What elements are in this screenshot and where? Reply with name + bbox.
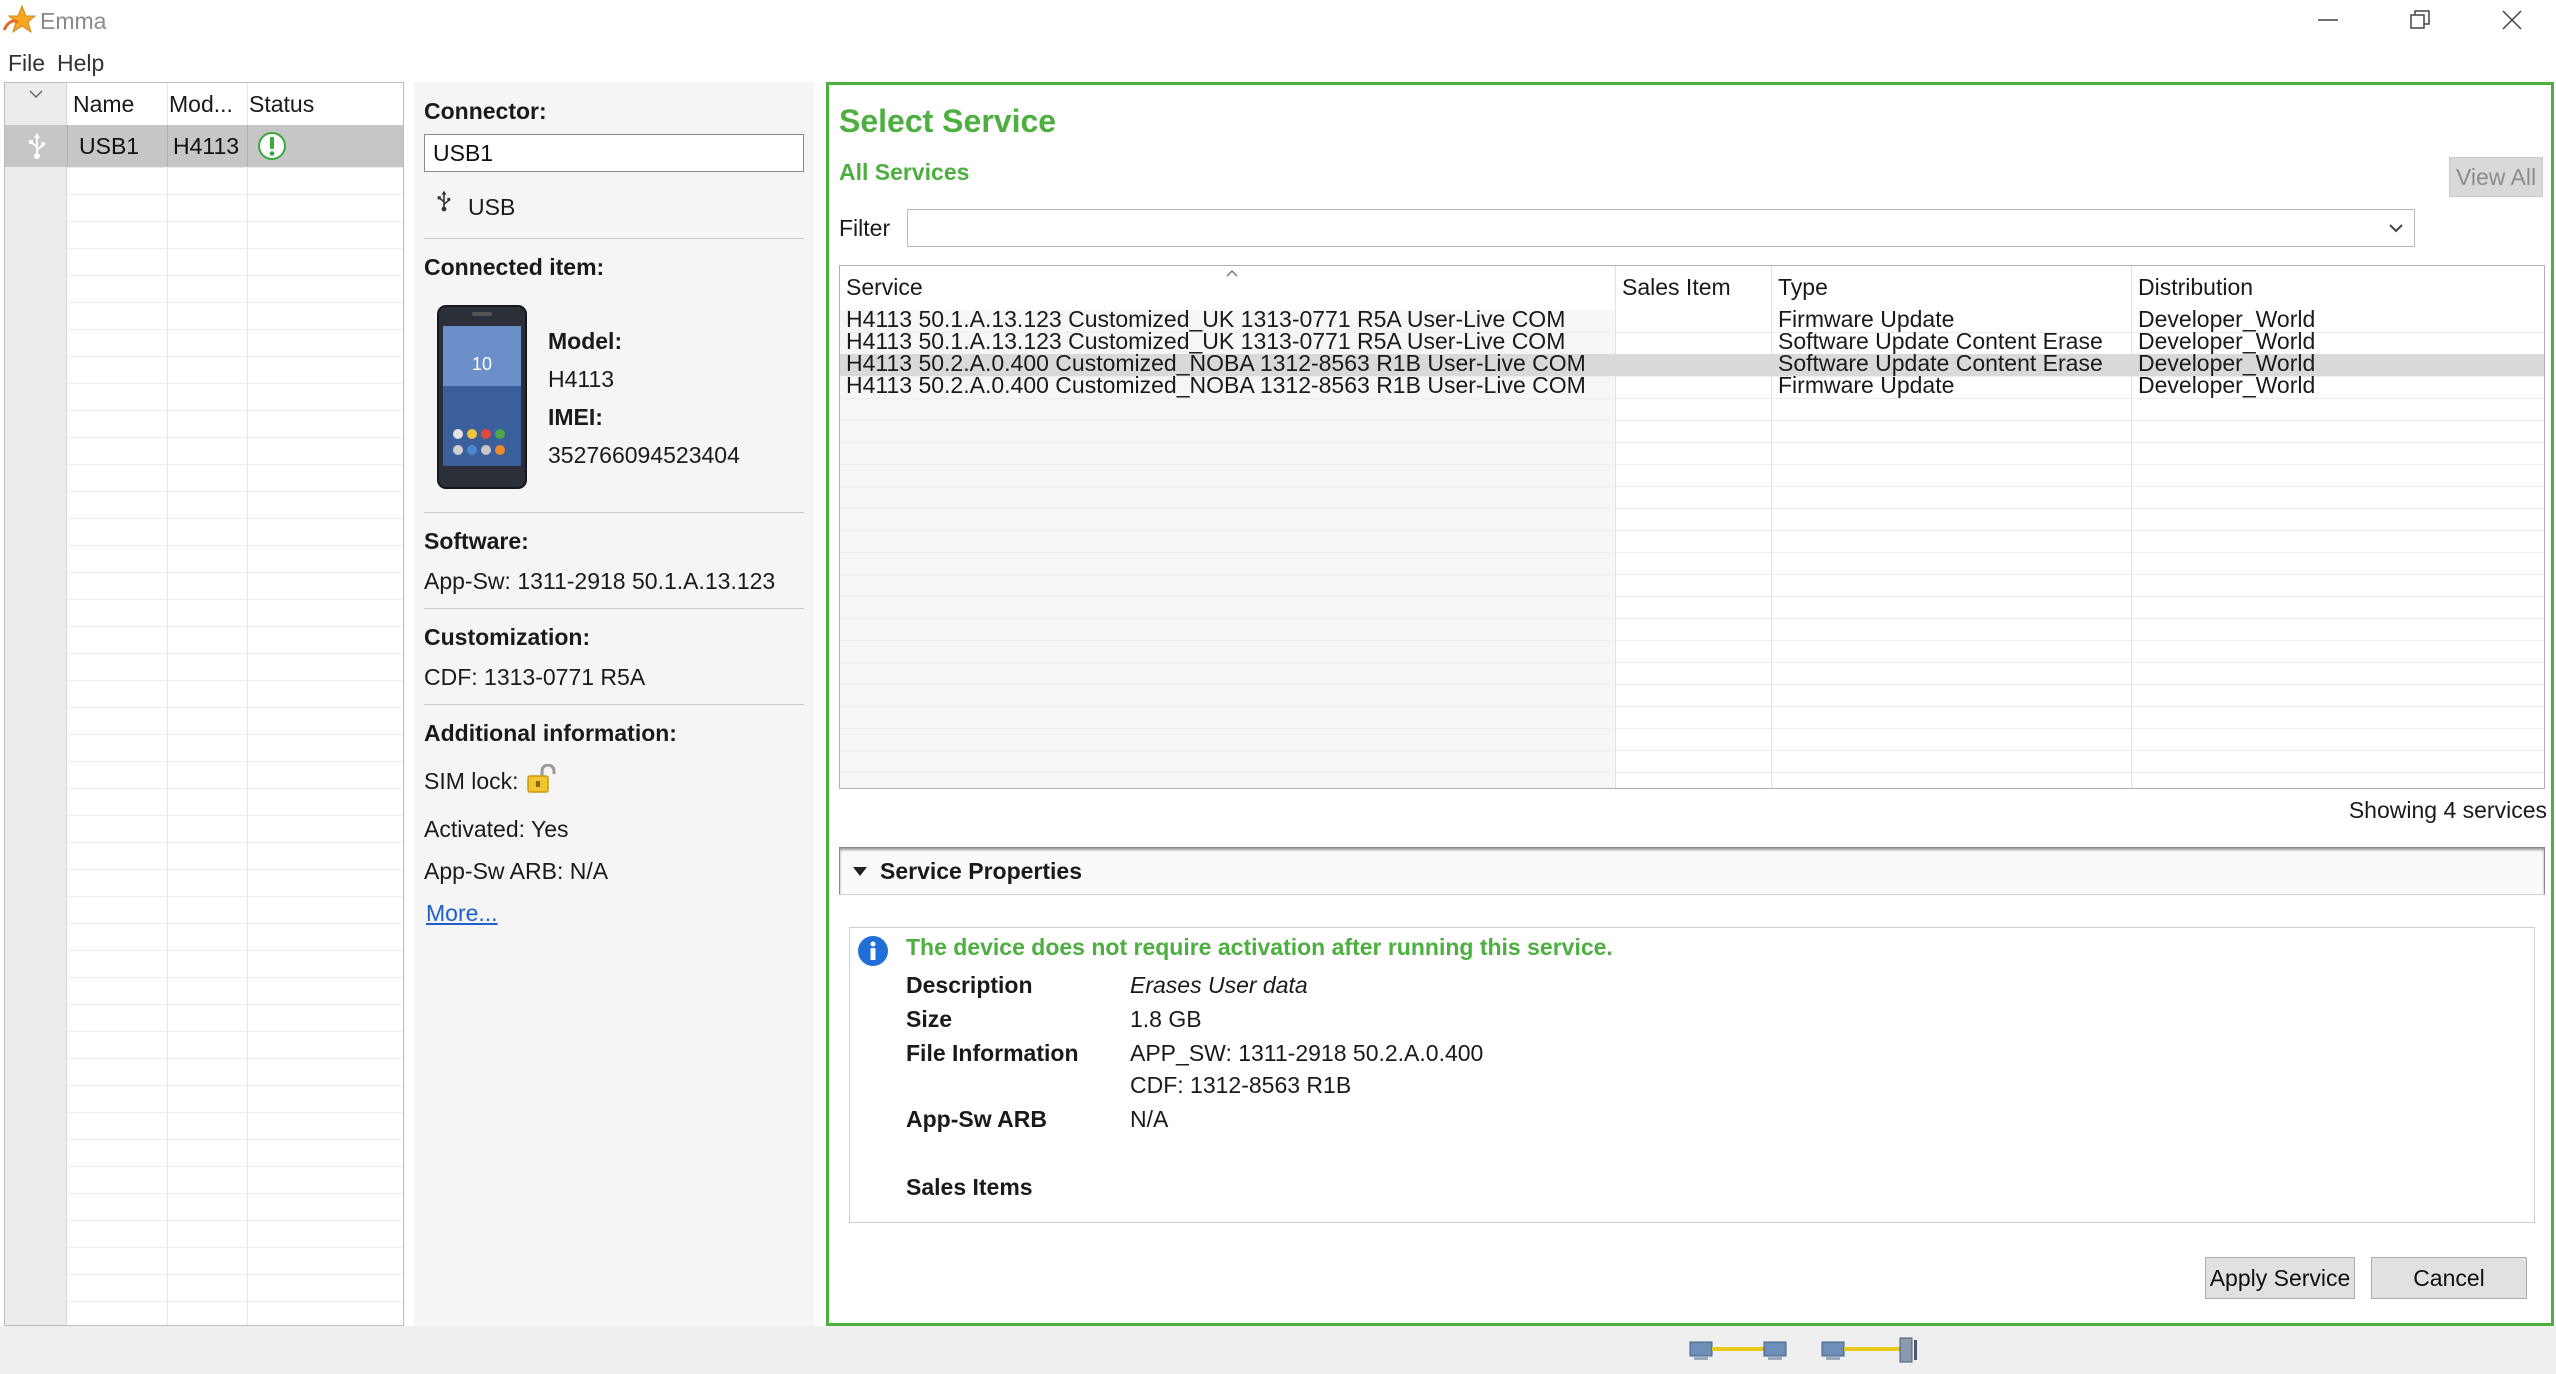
description-label: Description: [906, 972, 1033, 998]
column-header-type[interactable]: Type: [1778, 274, 1828, 301]
all-services-label: All Services: [839, 159, 970, 185]
restore-icon: [2410, 10, 2430, 29]
menu-help[interactable]: Help: [57, 50, 104, 77]
customization-value: CDF: 1313-0771 R5A: [424, 664, 646, 690]
usb-icon: [437, 190, 451, 212]
sort-ascending-icon: [1226, 269, 1238, 277]
divider: [424, 704, 804, 705]
divider: [424, 512, 804, 513]
customization-label: Customization:: [424, 624, 591, 650]
minimize-icon: [2318, 19, 2338, 21]
column-header-status[interactable]: Status: [249, 91, 314, 118]
close-button[interactable]: [2466, 0, 2556, 40]
more-link[interactable]: More...: [426, 900, 498, 927]
network-connection-icon: [1689, 1341, 1787, 1360]
expand-chevron-icon[interactable]: [27, 87, 45, 101]
service-properties-header[interactable]: Service Properties: [839, 847, 2545, 895]
file-information-cdf: CDF: 1312-8563 R1B: [1130, 1072, 1352, 1098]
filter-label: Filter: [839, 215, 891, 241]
service-count: Showing 4 services: [2348, 797, 2547, 823]
file-information-label: File Information: [906, 1040, 1079, 1066]
filter-dropdown[interactable]: [907, 209, 2415, 247]
imei-value: 352766094523404: [548, 442, 740, 468]
menu-file[interactable]: File: [8, 50, 45, 77]
device-connection-icon: [1821, 1337, 1917, 1363]
app-sw-arb-info: App-Sw ARB: N/A: [424, 858, 609, 884]
menu-bar: File Help: [0, 44, 2556, 84]
column-header-sales-item[interactable]: Sales Item: [1622, 274, 1731, 301]
column-header-service[interactable]: Service: [846, 274, 923, 301]
column-header-model[interactable]: Mod...: [169, 91, 233, 118]
unlocked-padlock-icon: [527, 764, 556, 793]
restore-button[interactable]: [2374, 0, 2466, 40]
connector-label: Connector:: [424, 98, 547, 124]
chevron-down-icon: [2389, 224, 2403, 233]
service-table: Service Sales Item Type Distribution H41…: [839, 265, 2545, 789]
app-sw-arb-value: N/A: [1130, 1106, 1169, 1132]
column-header-name[interactable]: Name: [73, 91, 134, 118]
divider: [424, 238, 804, 239]
model-label: Model:: [548, 328, 623, 354]
activation-note: The device does not require activation a…: [906, 934, 1613, 960]
connected-item-label: Connected item:: [424, 254, 605, 280]
software-label: Software:: [424, 528, 529, 554]
additional-info-label: Additional information:: [424, 720, 677, 746]
connection-type: USB: [468, 194, 516, 220]
model-value: H4113: [548, 366, 615, 392]
minimize-button[interactable]: [2282, 0, 2374, 40]
service-type: Firmware Update: [1778, 372, 1955, 398]
phone-screen-time: 10: [472, 354, 493, 374]
software-value: App-Sw: 1311-2918 50.1.A.13.123: [424, 568, 776, 594]
device-name: USB1: [79, 133, 140, 159]
description-value: Erases User data: [1130, 972, 1308, 998]
service-properties-body: The device does not require activation a…: [849, 927, 2535, 1223]
view-all-button[interactable]: View All: [2449, 157, 2543, 197]
app-sw-arb-label: App-Sw ARB: [906, 1106, 1047, 1132]
status-bar: [0, 1326, 2556, 1374]
title-bar: Emma: [0, 0, 2556, 40]
imei-label: IMEI:: [548, 404, 603, 430]
select-service-title: Select Service: [839, 103, 1057, 139]
row-header-column: [5, 83, 67, 1325]
select-service-panel: Select Service All Services View All Fil…: [826, 82, 2554, 1326]
phone-image: [437, 305, 527, 489]
service-name: H4113 50.2.A.0.400 Customized_NOBA 1312-…: [846, 372, 1586, 398]
device-details: Connector: USB Connected item: 10 Model:…: [414, 82, 814, 1326]
distribution: Developer_World: [2138, 372, 2316, 398]
service-properties-title: Service Properties: [880, 858, 1083, 884]
collapse-triangle-icon: [853, 867, 867, 876]
file-information-app-sw: APP_SW: 1311-2918 50.2.A.0.400: [1130, 1040, 1484, 1066]
size-value: 1.8 GB: [1130, 1006, 1202, 1032]
activated-status: Activated: Yes: [424, 816, 569, 842]
cancel-button[interactable]: Cancel: [2371, 1257, 2527, 1299]
attention-icon: [258, 132, 286, 160]
close-icon: [2502, 10, 2522, 30]
divider: [424, 608, 804, 609]
apply-service-button[interactable]: Apply Service: [2205, 1257, 2355, 1299]
device-model: H4113: [173, 133, 240, 159]
sales-items-label: Sales Items: [906, 1174, 1033, 1200]
emma-star-icon: [2, 4, 36, 34]
info-icon: [858, 936, 888, 966]
service-row[interactable]: H4113 50.2.A.0.400 Customized_NOBA 1312-…: [840, 372, 2544, 398]
sim-lock-label: SIM lock:: [424, 768, 519, 794]
device-list: Name Mod... Status USB1 H4113: [4, 82, 404, 1326]
window-title: Emma: [40, 8, 107, 34]
usb-icon: [29, 133, 45, 159]
connector-field[interactable]: [424, 134, 804, 172]
column-header-distribution[interactable]: Distribution: [2138, 274, 2253, 301]
size-label: Size: [906, 1006, 953, 1032]
